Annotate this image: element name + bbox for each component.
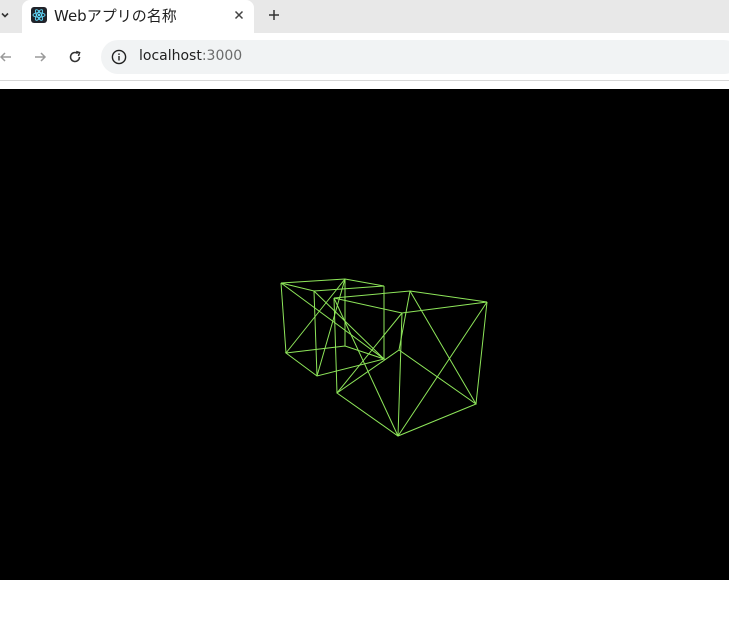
- plus-icon[interactable]: [264, 5, 284, 25]
- react-logo-icon: [31, 7, 47, 23]
- tab-title: Webアプリの名称: [54, 7, 177, 25]
- browser-toolbar: localhost:3000: [0, 33, 729, 81]
- close-icon[interactable]: [230, 6, 248, 24]
- url-host: localhost: [139, 48, 202, 64]
- tab-strip: Webアプリの名称: [0, 0, 729, 33]
- reload-icon[interactable]: [65, 47, 85, 67]
- arrow-right-icon[interactable]: [30, 47, 50, 67]
- chevron-down-icon[interactable]: [0, 6, 12, 24]
- info-icon[interactable]: [111, 49, 127, 65]
- arrow-left-icon[interactable]: [0, 47, 16, 67]
- wireframe-cube: [333, 290, 488, 437]
- page-margin: [0, 81, 729, 89]
- address-bar[interactable]: localhost:3000: [101, 40, 729, 74]
- three-canvas[interactable]: [0, 89, 729, 580]
- wireframe-cube: [280, 278, 386, 377]
- url-text[interactable]: localhost:3000: [139, 48, 242, 64]
- url-port: :3000: [201, 48, 243, 64]
- browser-tab[interactable]: Webアプリの名称: [22, 0, 254, 33]
